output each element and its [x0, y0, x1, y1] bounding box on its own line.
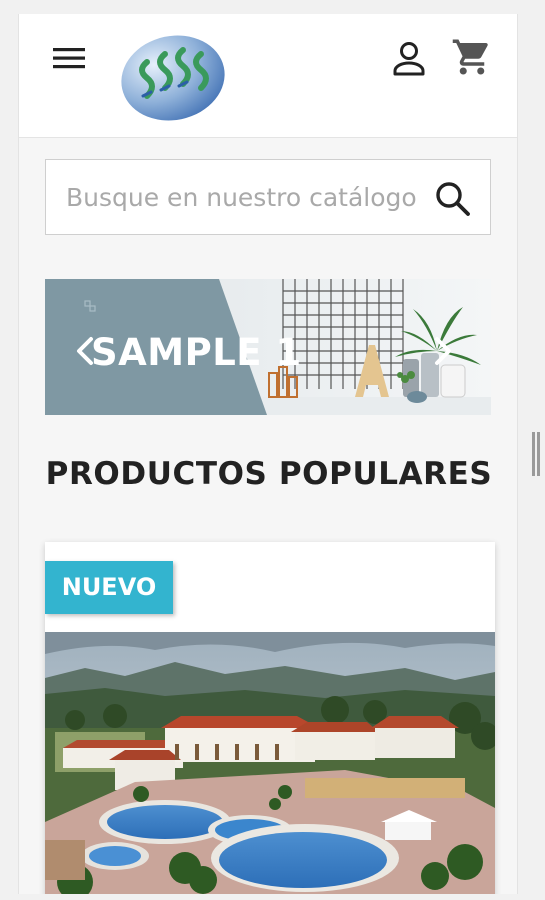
image-slider[interactable]: SAMPLE 1 [45, 279, 491, 415]
new-badge: NUEVO [45, 561, 173, 614]
product-card[interactable]: NUEVO [45, 542, 495, 894]
search-icon[interactable] [434, 180, 472, 218]
shopping-cart-icon[interactable] [451, 36, 493, 78]
site-header [19, 14, 517, 138]
hamburger-menu-icon[interactable] [51, 42, 87, 74]
slide-title: SAMPLE 1 [91, 331, 302, 374]
chevron-left-icon[interactable] [73, 335, 97, 367]
chevron-right-icon[interactable] [431, 335, 455, 367]
brand-logo[interactable] [117, 32, 227, 124]
product-image[interactable] [45, 632, 495, 894]
section-title: PRODUCTOS POPULARES [45, 456, 493, 492]
scrollbar-handle[interactable] [531, 430, 541, 478]
search-box [45, 159, 491, 235]
user-account-icon[interactable] [391, 40, 427, 78]
page-frame: SAMPLE 1 PRODUCTOS POPULARES NUEVO [18, 14, 518, 894]
search-input[interactable] [46, 160, 438, 234]
